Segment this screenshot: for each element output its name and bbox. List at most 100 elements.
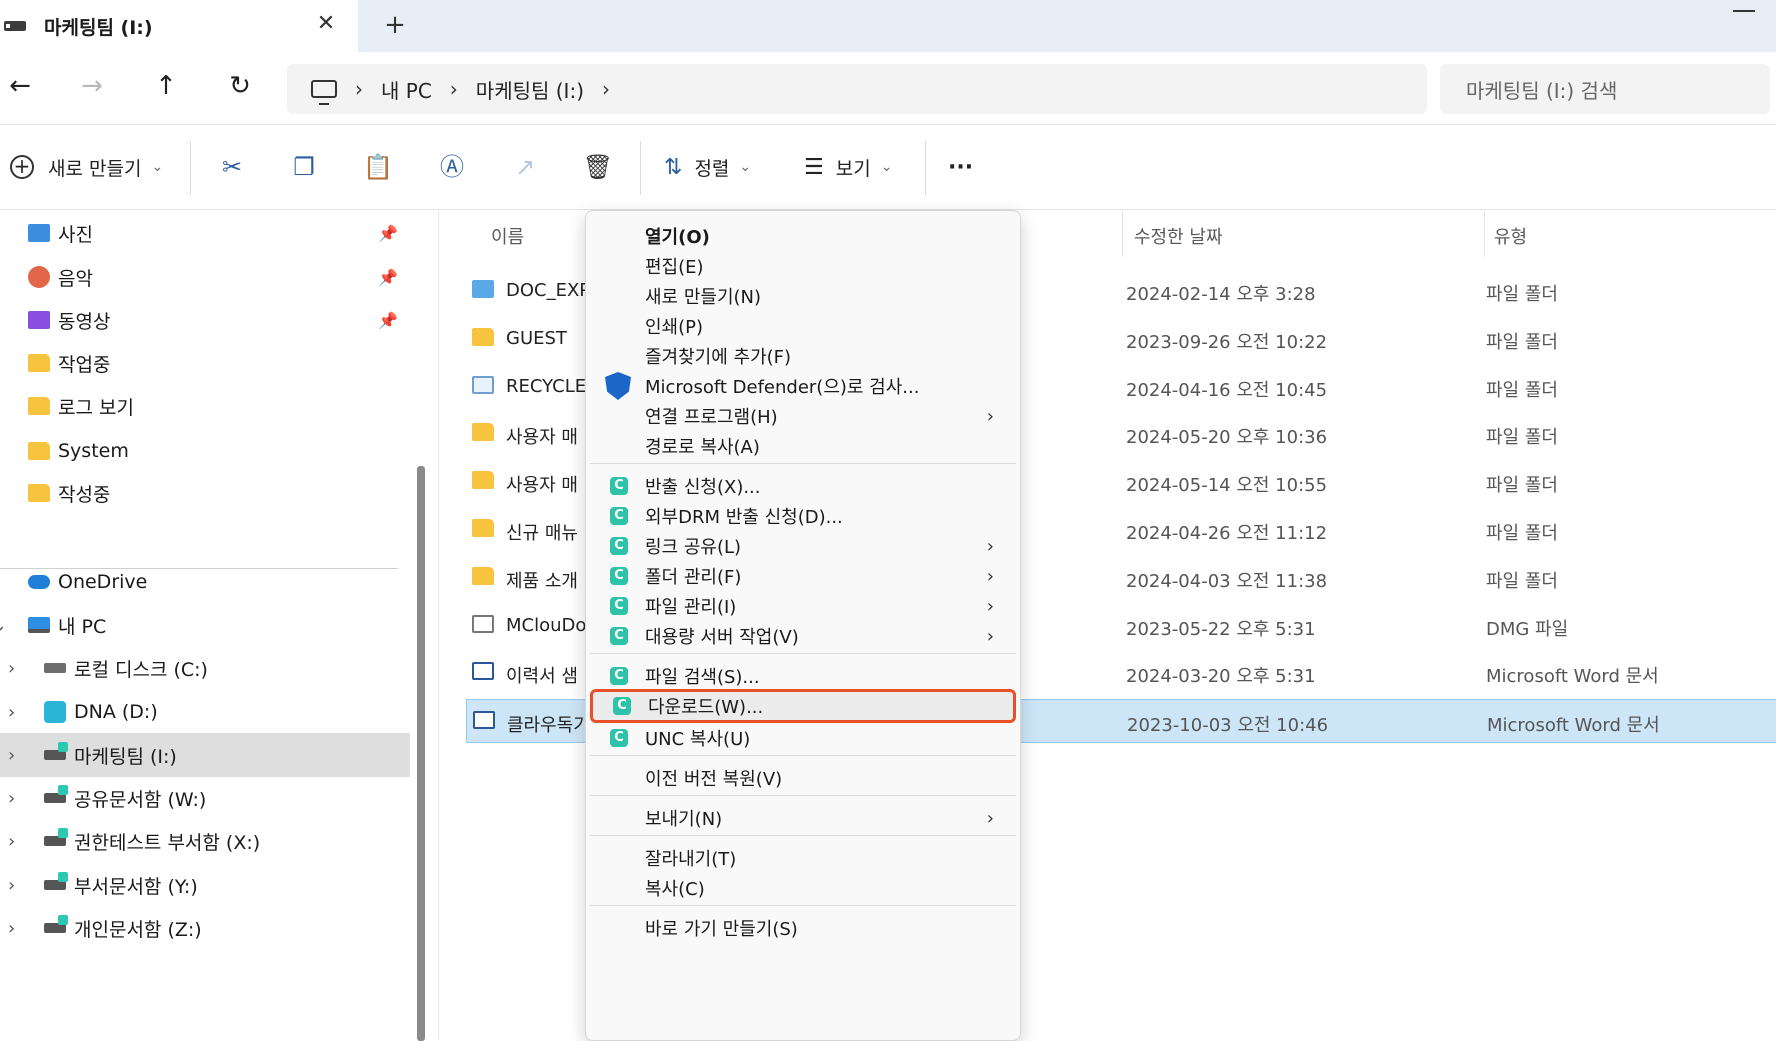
minimize-icon[interactable] bbox=[1733, 10, 1755, 12]
menu-item-24[interactable]: 잘라내기(T) bbox=[590, 841, 1016, 875]
sidebar-item-tree-2[interactable]: › 로컬 디스크 (C:) bbox=[0, 646, 410, 690]
chevron-icon[interactable]: ⌄ bbox=[0, 615, 10, 636]
column-header-type[interactable]: 유형 bbox=[1494, 219, 1527, 253]
delete-icon[interactable]: 🗑 bbox=[578, 147, 618, 187]
menu-item-9[interactable]: C 반출 신청(X)... bbox=[590, 469, 1016, 503]
menu-item-17[interactable]: C 다운로드(W)... bbox=[590, 689, 1016, 723]
file-name: GUEST bbox=[506, 327, 567, 349]
menu-item-0[interactable]: 열기(O) bbox=[590, 219, 1016, 253]
sidebar-item-quick-6[interactable]: 작성중 bbox=[0, 471, 410, 515]
back-button[interactable]: ← bbox=[0, 66, 40, 106]
refresh-button[interactable]: ↻ bbox=[220, 66, 260, 106]
shield-icon bbox=[605, 372, 631, 400]
up-button[interactable]: ↑ bbox=[146, 66, 186, 106]
menu-item-13[interactable]: C 파일 관리(I) › bbox=[590, 589, 1016, 623]
pin-icon[interactable]: 📌 bbox=[378, 268, 398, 287]
chevron-icon[interactable]: › bbox=[8, 745, 26, 766]
cut-icon[interactable]: ✂ bbox=[212, 147, 252, 187]
menu-item-label: 대용량 서버 작업(V) bbox=[645, 627, 799, 648]
breadcrumb-my-pc[interactable]: 내 PC bbox=[381, 75, 432, 104]
chevron-icon[interactable]: › bbox=[0, 572, 10, 593]
sidebar-item-tree-6[interactable]: › 권한테스트 부서함 (X:) bbox=[0, 819, 410, 863]
sidebar-item-tree-8[interactable]: › 개인문서함 (Z:) bbox=[0, 906, 410, 950]
menu-item-label: 경로로 복사(A) bbox=[645, 437, 760, 458]
chevron-icon[interactable]: › bbox=[8, 918, 26, 939]
column-header-date[interactable]: 수정한 날짜 bbox=[1134, 219, 1223, 253]
menu-item-3[interactable]: 인쇄(P) bbox=[590, 309, 1016, 343]
file-type: 파일 폴더 bbox=[1486, 284, 1558, 305]
address-bar[interactable]: › 내 PC › 마케팅팀 (I:) › bbox=[287, 64, 1427, 114]
menu-item-11[interactable]: C 링크 공유(L) › bbox=[590, 529, 1016, 563]
chevron-icon[interactable]: › bbox=[8, 875, 26, 896]
sidebar-item-quick-4[interactable]: 로그 보기 bbox=[0, 384, 410, 428]
menu-item-27[interactable]: 바로 가기 만들기(S) bbox=[590, 911, 1016, 945]
menu-item-4[interactable]: 즐겨찾기에 추가(F) bbox=[590, 339, 1016, 373]
share-icon[interactable]: ↗ bbox=[505, 147, 545, 187]
menu-separator bbox=[590, 835, 1016, 836]
drm-c-icon: C bbox=[610, 537, 628, 555]
pin-icon[interactable]: 📌 bbox=[378, 311, 398, 330]
folder-file-icon bbox=[472, 471, 494, 490]
toolbar-divider bbox=[640, 141, 641, 195]
pin-icon[interactable]: 📌 bbox=[378, 224, 398, 243]
menu-item-25[interactable]: 복사(C) bbox=[590, 871, 1016, 905]
sidebar-item-tree-0[interactable]: › OneDrive bbox=[0, 560, 410, 604]
menu-item-1[interactable]: 편집(E) bbox=[590, 249, 1016, 283]
chevron-icon[interactable]: › bbox=[8, 702, 26, 723]
chevron-icon[interactable]: › bbox=[8, 658, 26, 679]
video-icon bbox=[28, 311, 50, 329]
menu-item-2[interactable]: 새로 만들기(N) bbox=[590, 279, 1016, 313]
menu-item-10[interactable]: C 외부DRM 반출 신청(D)... bbox=[590, 499, 1016, 533]
new-tab-button[interactable]: + bbox=[380, 10, 410, 40]
computer-icon bbox=[311, 80, 337, 105]
sidebar-item-tree-3[interactable]: › DNA (D:) bbox=[0, 690, 410, 734]
sidebar-item-tree-1[interactable]: ⌄ 내 PC bbox=[0, 603, 410, 647]
chevron-icon[interactable]: › bbox=[8, 788, 26, 809]
sidebar-item-quick-1[interactable]: 음악 📌 bbox=[0, 255, 410, 299]
tab-marketing[interactable]: 마케팅팀 (I:) ✕ bbox=[0, 0, 358, 52]
file-date: 2023-09-26 오전 10:22 bbox=[1126, 331, 1328, 353]
tab-title: 마케팅팀 (I:) bbox=[44, 16, 153, 39]
menu-item-20[interactable]: 이전 버전 복원(V) bbox=[590, 761, 1016, 795]
menu-item-7[interactable]: 경로로 복사(A) bbox=[590, 429, 1016, 463]
breadcrumb-marketing[interactable]: 마케팅팀 (I:) bbox=[476, 75, 584, 104]
breadcrumb-separator[interactable]: › bbox=[602, 77, 610, 101]
menu-item-14[interactable]: C 대용량 서버 작업(V) › bbox=[590, 619, 1016, 653]
column-divider[interactable] bbox=[1484, 211, 1485, 257]
menu-item-18[interactable]: C UNC 복사(U) bbox=[590, 721, 1016, 755]
copy-icon[interactable]: ❐ bbox=[284, 147, 324, 187]
sidebar-item-tree-5[interactable]: › 공유문서함 (W:) bbox=[0, 776, 410, 820]
menu-item-22[interactable]: 보내기(N) › bbox=[590, 801, 1016, 835]
sidebar-item-tree-4[interactable]: › 마케팅팀 (I:) bbox=[0, 733, 410, 777]
sidebar-scrollbar[interactable] bbox=[417, 466, 425, 1041]
forward-button[interactable]: → bbox=[72, 66, 112, 106]
doc-file-icon bbox=[472, 614, 494, 633]
menu-item-label: 파일 검색(S)... bbox=[645, 667, 760, 688]
menu-item-16[interactable]: C 파일 검색(S)... bbox=[590, 659, 1016, 693]
menu-item-12[interactable]: C 폴더 관리(F) › bbox=[590, 559, 1016, 593]
sidebar-item-quick-0[interactable]: 사진 📌 bbox=[0, 211, 410, 255]
sidebar-item-quick-3[interactable]: 작업중 bbox=[0, 341, 410, 385]
sidebar-item-quick-5[interactable]: System bbox=[0, 429, 410, 473]
word-file-icon bbox=[472, 662, 494, 681]
column-divider[interactable] bbox=[1122, 211, 1123, 257]
close-tab-icon[interactable]: ✕ bbox=[314, 12, 338, 36]
title-bar: 마케팅팀 (I:) ✕ + bbox=[0, 0, 1776, 52]
menu-item-5[interactable]: Microsoft Defender(으)로 검사... bbox=[590, 369, 1016, 403]
paste-icon[interactable]: 📋 bbox=[358, 147, 398, 187]
sort-button[interactable]: ⇅ 정렬 ⌄ bbox=[664, 147, 751, 187]
folder-icon bbox=[28, 354, 50, 372]
column-header-name[interactable]: 이름 bbox=[491, 219, 524, 253]
view-button[interactable]: ☰ 보기 ⌄ bbox=[804, 147, 892, 187]
menu-item-label: 파일 관리(I) bbox=[645, 597, 737, 618]
rename-icon[interactable]: Ⓐ bbox=[432, 147, 472, 187]
chevron-icon[interactable]: › bbox=[8, 831, 26, 852]
search-input[interactable]: 마케팅팀 (I:) 검색 bbox=[1440, 64, 1770, 114]
sidebar-item-tree-7[interactable]: › 부서문서함 (Y:) bbox=[0, 863, 410, 907]
new-button[interactable]: + 새로 만들기 ⌄ bbox=[10, 147, 163, 187]
more-options-button[interactable]: ··· bbox=[948, 147, 973, 187]
menu-separator bbox=[590, 905, 1016, 906]
menu-item-6[interactable]: 연결 프로그램(H) › bbox=[590, 399, 1016, 433]
sidebar-item-quick-2[interactable]: 동영상 📌 bbox=[0, 298, 410, 342]
word-file-icon bbox=[473, 711, 495, 730]
